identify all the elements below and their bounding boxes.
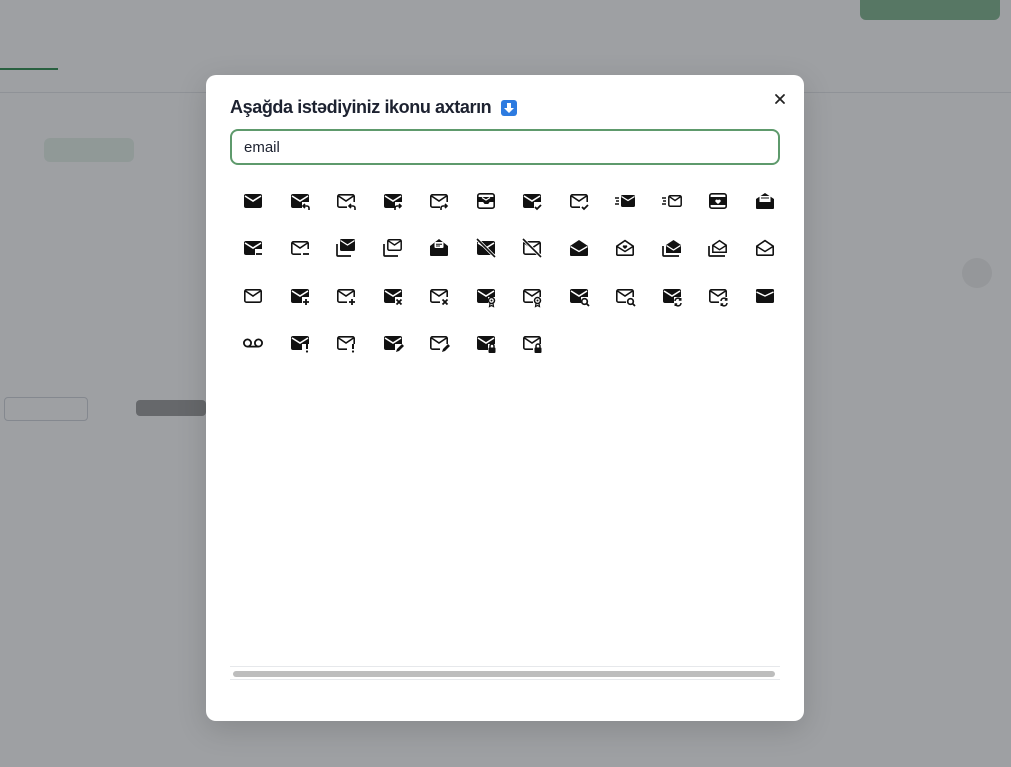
icon-option[interactable]	[230, 320, 277, 368]
icon-option[interactable]	[695, 225, 742, 273]
mail-badge-filled-icon	[476, 288, 495, 308]
icon-search-input[interactable]	[230, 129, 780, 165]
icon-option[interactable]	[695, 272, 742, 320]
mail-stack-outline-icon	[382, 239, 402, 258]
mail-forward-outline-icon	[430, 193, 449, 210]
icon-option[interactable]	[416, 225, 463, 273]
mail-search-filled-icon	[569, 288, 590, 307]
mail-off-outline-icon	[522, 238, 543, 259]
mail-check-filled-icon	[523, 193, 542, 211]
icon-option[interactable]	[416, 177, 463, 225]
icon-option[interactable]	[323, 272, 370, 320]
icon-option[interactable]	[742, 225, 789, 273]
mail-lock-filled-icon	[476, 336, 496, 354]
icon-option[interactable]	[649, 272, 696, 320]
icon-option[interactable]	[695, 177, 742, 225]
icon-option[interactable]	[602, 272, 649, 320]
mail-reply-filled-icon	[290, 193, 310, 210]
scrollbar-thumb[interactable]	[233, 671, 775, 677]
mail-open-filled-icon	[569, 240, 588, 257]
voicemail-icon	[243, 338, 264, 348]
mail-plus-filled-icon	[290, 288, 309, 305]
icon-option[interactable]	[556, 272, 603, 320]
mail-x-filled-icon	[383, 288, 402, 305]
icon-option[interactable]	[230, 225, 277, 273]
icon-option[interactable]	[230, 177, 277, 225]
mail-edit-filled-icon	[383, 336, 404, 353]
icon-option[interactable]	[463, 320, 510, 368]
icon-option[interactable]	[230, 272, 277, 320]
mail-drafts-icon	[755, 288, 774, 303]
modal-title-text: Aşağda istədiyiniz ikonu axtarın	[230, 97, 492, 117]
close-button[interactable]	[770, 89, 790, 109]
icon-option[interactable]	[416, 320, 463, 368]
mail-reply-outline-icon	[337, 193, 357, 210]
mail-open-outline-icon	[755, 239, 774, 257]
mail-heart-icon	[709, 192, 728, 209]
icon-option[interactable]	[323, 177, 370, 225]
icon-option[interactable]	[463, 177, 510, 225]
mail-minus-filled-icon	[244, 241, 263, 256]
icon-option[interactable]	[323, 320, 370, 368]
icon-option[interactable]	[556, 225, 603, 273]
mail-badge-outline-icon	[523, 288, 542, 308]
icon-picker-modal: Aşağda istədiyiniz ikonu axtarın	[206, 75, 804, 721]
modal-title: Aşağda istədiyiniz ikonu axtarın	[230, 97, 518, 118]
mail-fast-filled-icon	[615, 194, 636, 207]
mail-open-letter-icon	[755, 192, 774, 209]
icon-option[interactable]	[509, 177, 556, 225]
icon-option[interactable]	[742, 272, 789, 320]
icon-option[interactable]	[277, 272, 324, 320]
icon-option[interactable]	[556, 177, 603, 225]
mail-open-stack-outline-icon	[708, 239, 728, 258]
mail-sync-filled-icon	[662, 288, 682, 307]
icon-option[interactable]	[649, 177, 696, 225]
mail-alert-filled-icon	[290, 336, 309, 353]
mail-open-stack-filled-icon	[661, 240, 681, 258]
icon-option[interactable]	[416, 272, 463, 320]
mail-message-envelope-icon	[430, 239, 449, 257]
mail-open-heart-icon	[616, 239, 635, 257]
horizontal-scrollbar[interactable]	[230, 666, 780, 680]
icon-option[interactable]	[277, 225, 324, 273]
mail-x-outline-icon	[430, 288, 449, 305]
mail-search-outline-icon	[616, 288, 636, 307]
mail-filled-icon	[244, 193, 263, 208]
mail-inbox-icon	[476, 192, 495, 209]
down-arrow-emoji-icon	[501, 99, 518, 116]
icon-option[interactable]	[509, 272, 556, 320]
close-icon	[775, 94, 785, 104]
icon-option[interactable]	[370, 225, 417, 273]
icon-option[interactable]	[602, 177, 649, 225]
icon-option[interactable]	[602, 225, 649, 273]
mail-check-outline-icon	[569, 193, 589, 211]
mail-alert-outline-icon	[337, 336, 356, 353]
mail-outline-icon	[244, 288, 263, 303]
mail-fast-outline-icon	[661, 194, 682, 207]
mail-stack-filled-icon	[336, 239, 356, 258]
icon-option[interactable]	[323, 225, 370, 273]
mail-minus-outline-icon	[290, 241, 309, 256]
icon-option[interactable]	[649, 225, 696, 273]
mail-plus-outline-icon	[337, 288, 356, 305]
mail-edit-outline-icon	[430, 336, 451, 353]
icon-results-grid	[230, 177, 786, 367]
icon-option[interactable]	[277, 320, 324, 368]
icon-option[interactable]	[509, 225, 556, 273]
icon-option[interactable]	[509, 320, 556, 368]
mail-sync-outline-icon	[709, 288, 728, 307]
icon-option[interactable]	[277, 177, 324, 225]
mail-forward-filled-icon	[383, 193, 402, 210]
mail-lock-outline-icon	[523, 336, 542, 354]
icon-option[interactable]	[463, 225, 510, 273]
icon-option[interactable]	[463, 272, 510, 320]
mail-off-filled-icon	[475, 238, 496, 259]
icon-option[interactable]	[370, 272, 417, 320]
icon-option[interactable]	[370, 177, 417, 225]
icon-option[interactable]	[742, 177, 789, 225]
icon-option[interactable]	[370, 320, 417, 368]
